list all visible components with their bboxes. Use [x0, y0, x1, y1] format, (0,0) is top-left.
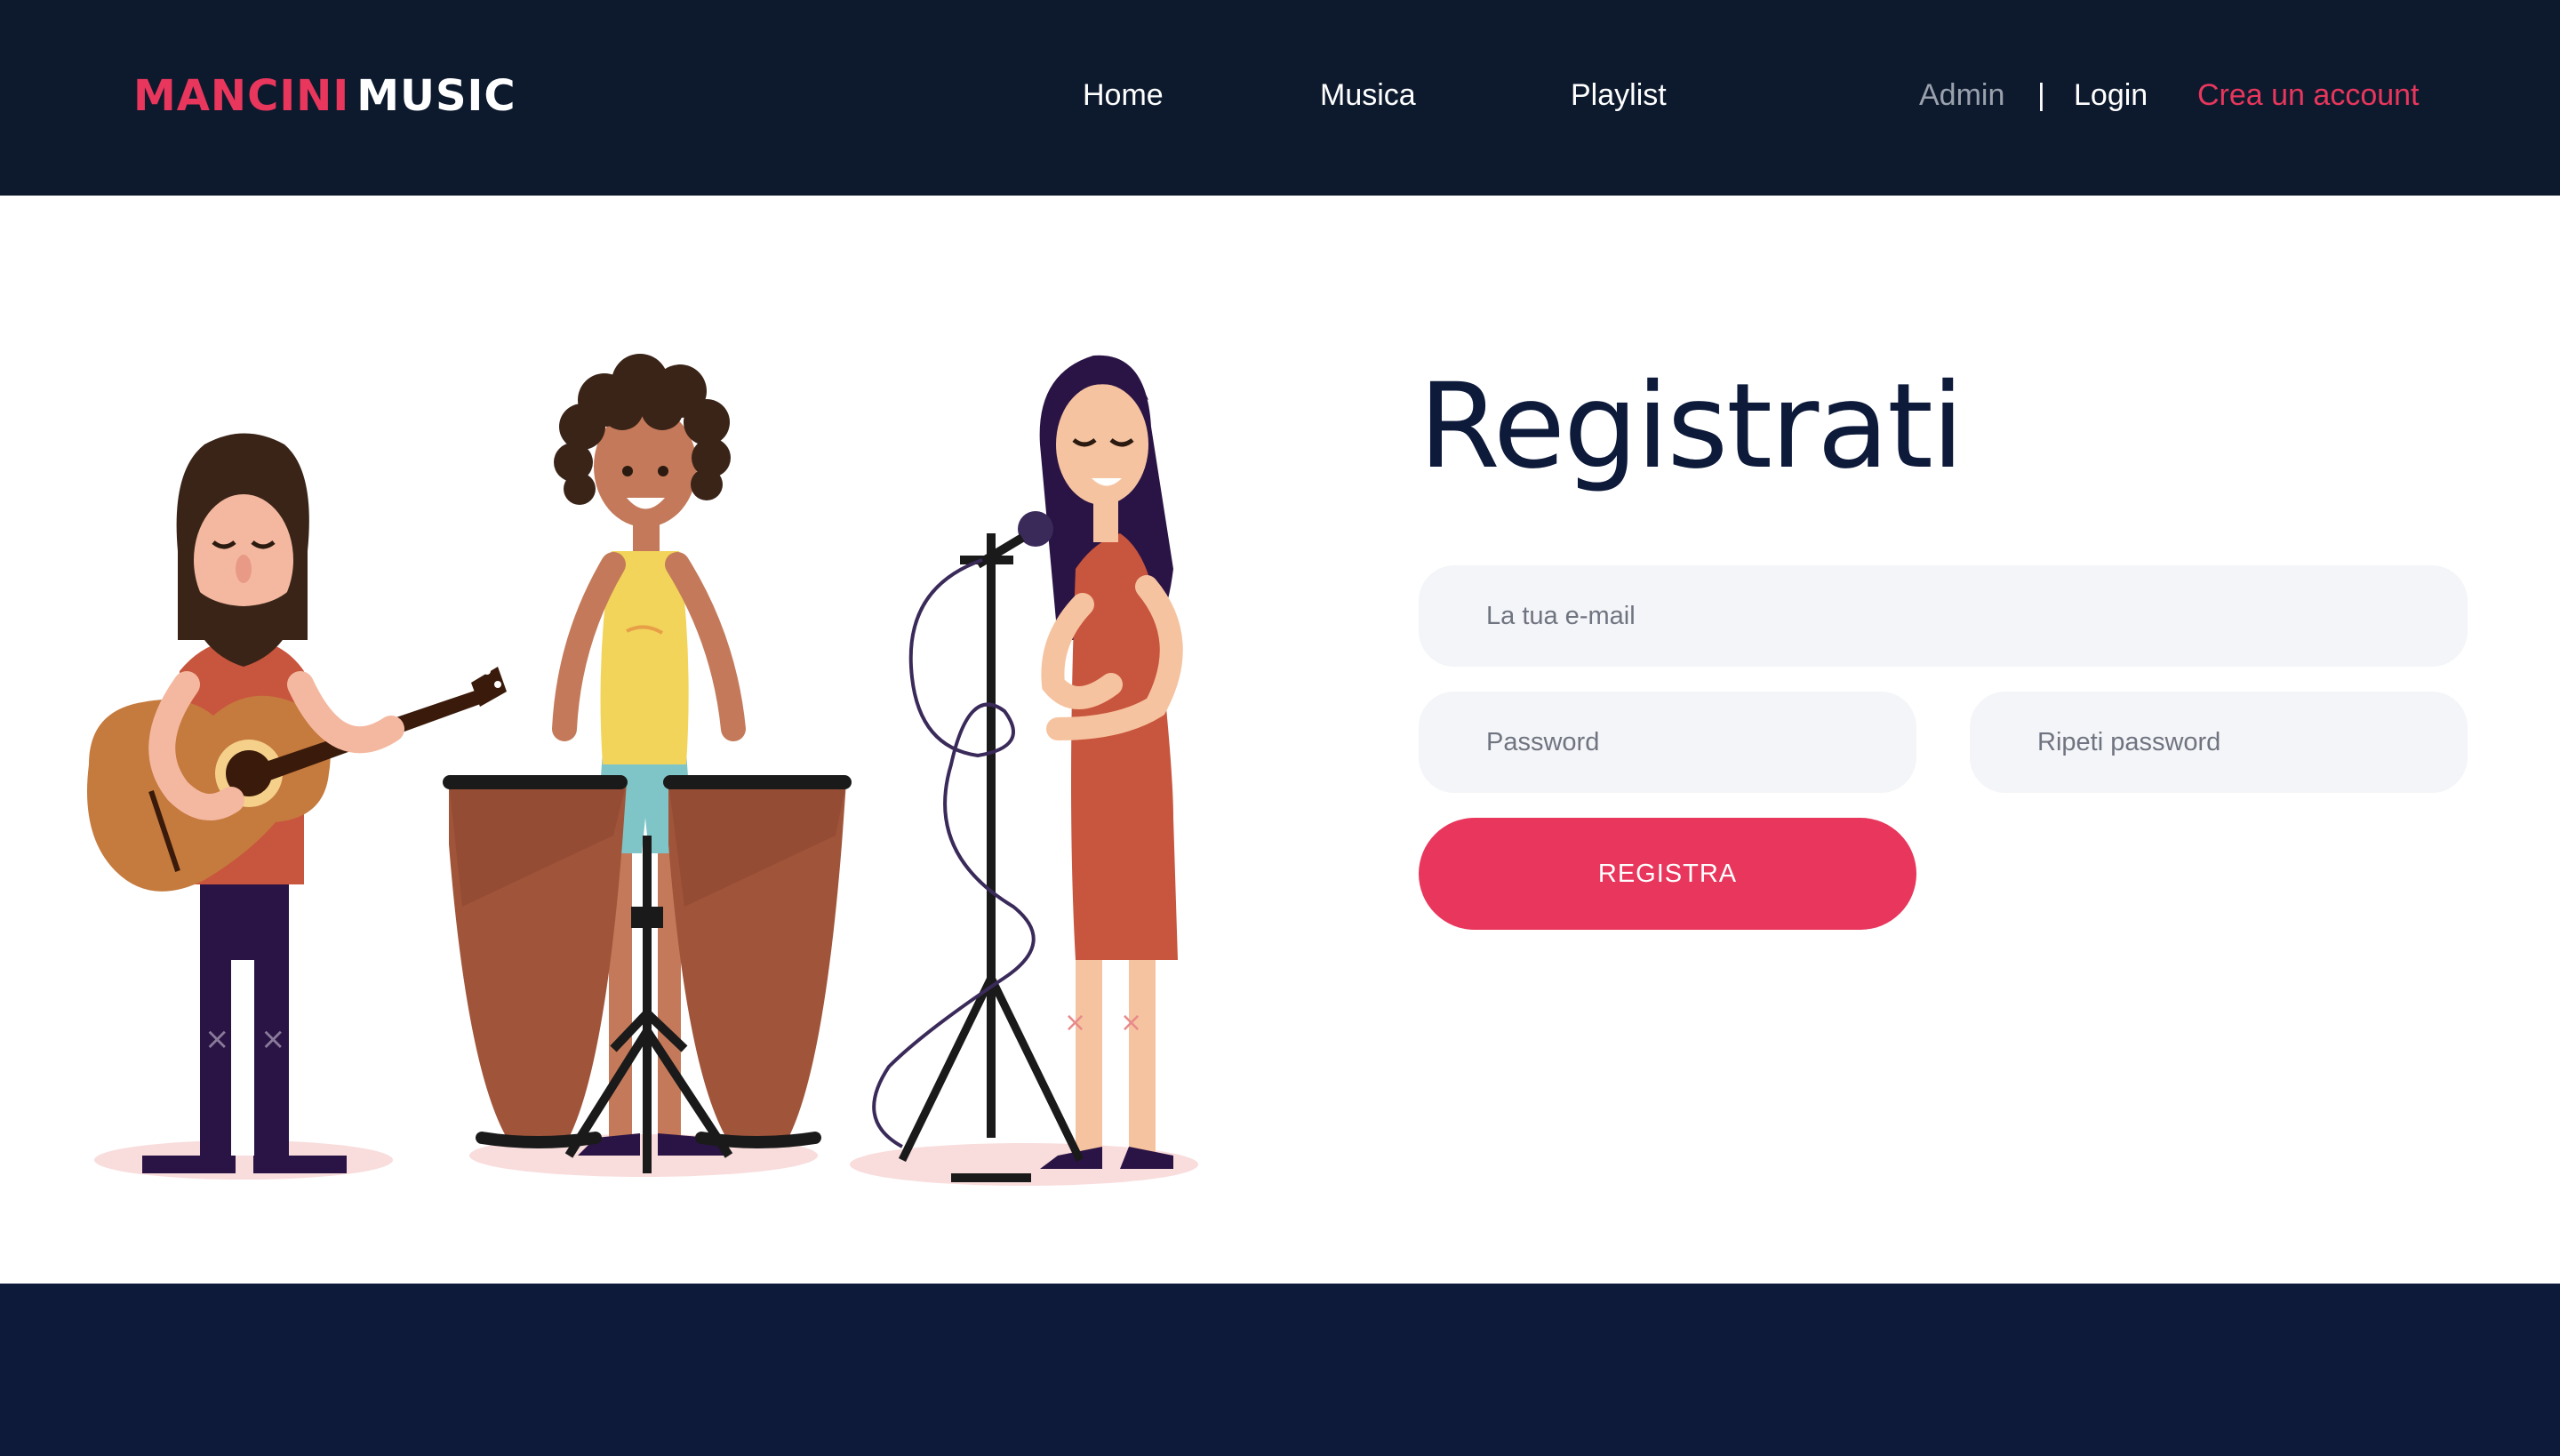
- singer-figure: × ×: [872, 355, 1183, 1182]
- drummer-figure: [443, 354, 852, 1173]
- site-header: MANCINI MUSIC Home Musica Playlist Admin …: [0, 0, 2560, 196]
- nav-login-link[interactable]: Login: [2074, 73, 2148, 117]
- svg-text:×: ×: [1120, 1007, 1142, 1038]
- register-form: Registrati REGISTRA: [1419, 196, 2468, 1284]
- nav-home-link[interactable]: Home: [1083, 73, 1164, 117]
- nav-admin-link[interactable]: Admin: [1919, 73, 2004, 117]
- band-illustration: × × × ×: [87, 354, 1198, 1186]
- brand-logo-part1: MANCINI: [133, 71, 350, 121]
- password-field[interactable]: [1419, 692, 1916, 793]
- svg-text:×: ×: [204, 1021, 230, 1057]
- page-title: Registrati: [1419, 358, 1964, 495]
- svg-text:×: ×: [260, 1021, 286, 1057]
- site-footer: [0, 1284, 2560, 1456]
- nav-musica-link[interactable]: Musica: [1320, 73, 1416, 117]
- nav-create-account-link[interactable]: Crea un account: [2197, 73, 2420, 117]
- guitarist-figure: × ×: [87, 433, 507, 1173]
- nav-playlist-link[interactable]: Playlist: [1571, 73, 1667, 117]
- register-button[interactable]: REGISTRA: [1419, 818, 1916, 930]
- svg-text:×: ×: [1064, 1007, 1086, 1038]
- repeat-password-field[interactable]: [1970, 692, 2468, 793]
- email-field[interactable]: [1419, 565, 2468, 667]
- brand-logo-part2: MUSIC: [356, 71, 516, 121]
- brand-logo[interactable]: MANCINI MUSIC: [133, 69, 516, 123]
- nav-separator: |: [2037, 78, 2045, 112]
- main-section: × × × × Registrati La tua e-mail REGISTR…: [0, 196, 2560, 1284]
- microphone-icon: [872, 511, 1084, 1182]
